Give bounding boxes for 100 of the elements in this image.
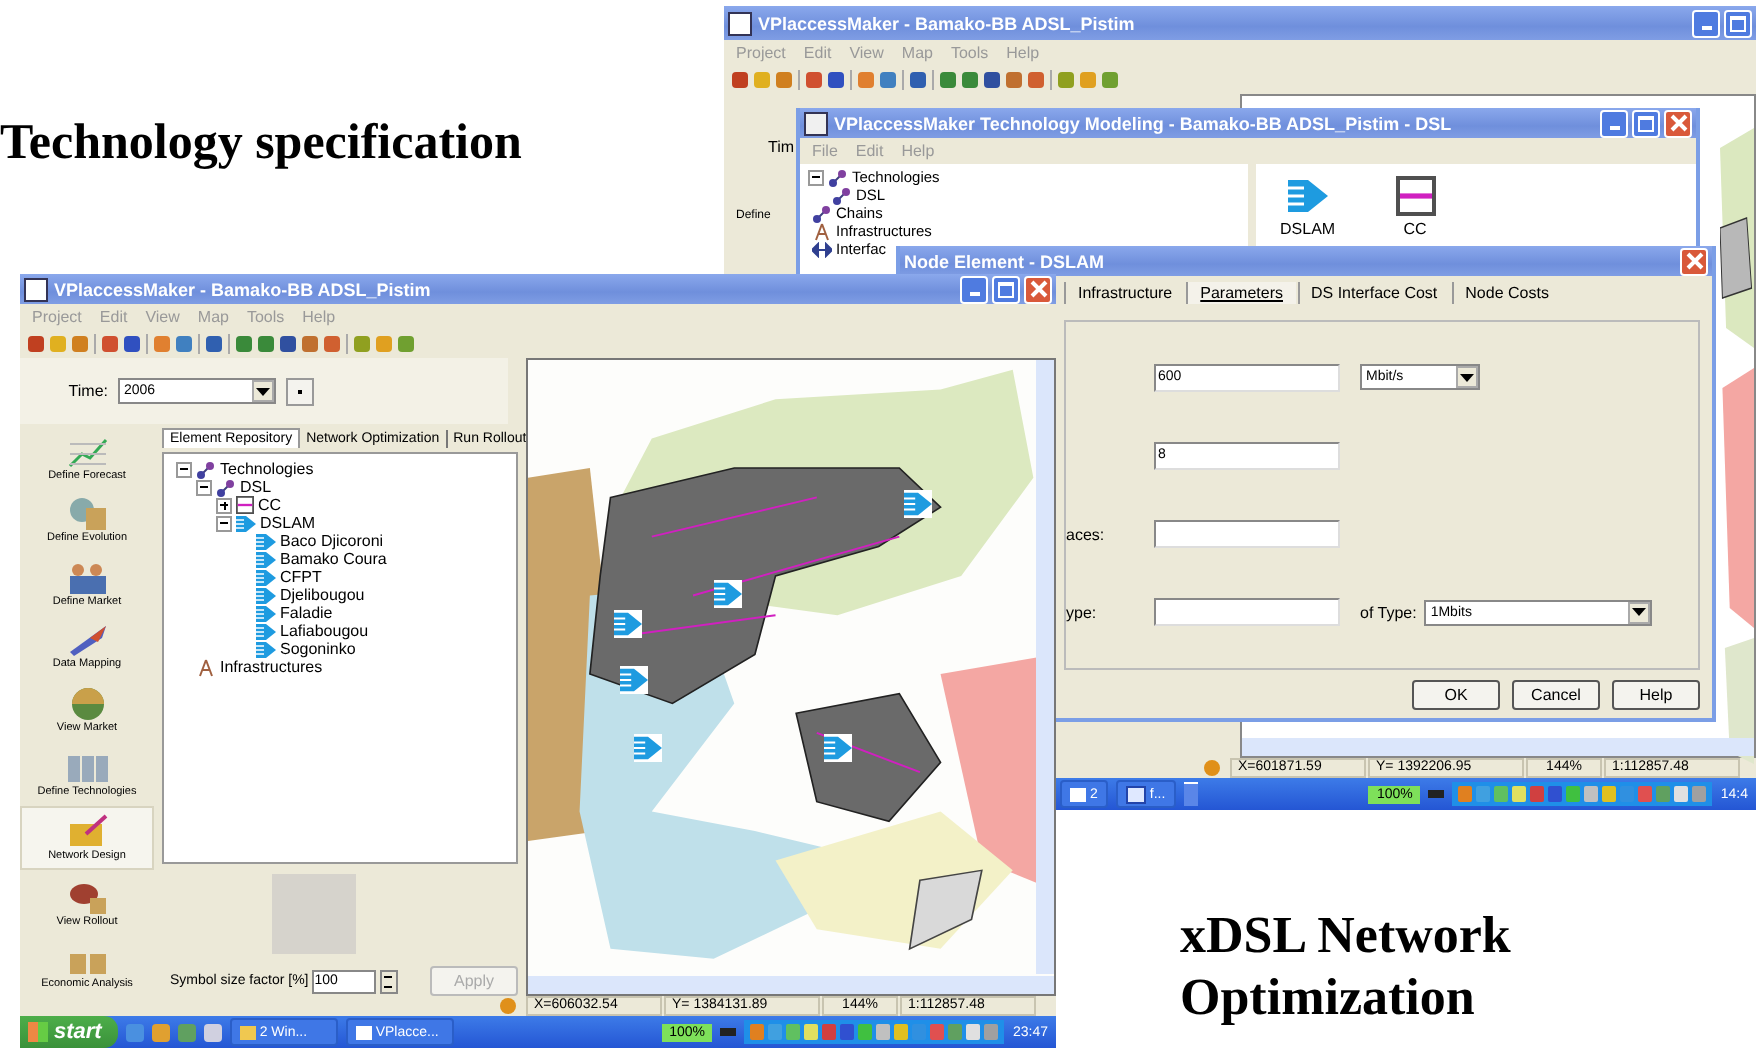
expand-icon[interactable] [216, 497, 232, 513]
close-button[interactable] [1664, 109, 1692, 137]
window-title: VPlaccessMaker - Bamako-BB ADSL_Pistim [758, 13, 1135, 33]
arrow-icon[interactable] [822, 734, 854, 762]
scrollbar[interactable] [1036, 360, 1054, 974]
tree-item[interactable]: Djelibougou [280, 586, 365, 604]
arrow-icon [256, 621, 276, 641]
slide-heading: xDSL Network Optimization [1180, 904, 1513, 1028]
windows-flag-icon [28, 1022, 48, 1042]
disc-icon [65, 879, 109, 916]
network-icon [828, 167, 848, 187]
arrow-icon[interactable] [632, 734, 664, 762]
collapse-icon[interactable] [176, 461, 192, 477]
time-label: Time: [66, 382, 108, 400]
scrollbar[interactable] [528, 976, 1054, 994]
input-field[interactable] [1154, 598, 1340, 627]
arrow-icon [256, 603, 276, 623]
dialog-button[interactable]: Cancel [1512, 680, 1600, 710]
field-label: of Type: [1360, 603, 1417, 622]
arrow-icon [236, 513, 256, 533]
caret-icon [1460, 373, 1474, 382]
caret-icon [256, 387, 270, 395]
minimize-button[interactable] [1692, 9, 1720, 37]
tree-item[interactable]: DSLAM [260, 514, 316, 532]
arrow-icon[interactable] [618, 666, 650, 694]
app-icon [804, 111, 828, 135]
warning-icon [1204, 760, 1220, 776]
tree-item[interactable]: CC [258, 496, 282, 514]
tree-item[interactable]: Infrastructures [220, 658, 323, 676]
network-icon [812, 203, 832, 223]
box-icon [1395, 176, 1436, 216]
people-icon [65, 559, 109, 596]
maximize-button[interactable] [992, 275, 1020, 303]
warning-icon [500, 998, 516, 1014]
field-label: aces: [1066, 525, 1105, 544]
document-icon [1125, 785, 1146, 803]
tower-icon [812, 221, 832, 241]
tree-item[interactable]: Bamako Coura [280, 550, 387, 568]
arrow-icon [256, 585, 276, 605]
input-field[interactable] [1154, 520, 1340, 549]
dialog-button[interactable]: Help [1612, 680, 1700, 710]
element-label[interactable]: CC [1403, 220, 1427, 238]
arrow-icon[interactable] [902, 490, 934, 518]
window-title: VPlaccessMaker - Bamako-BB ADSL_Pistim [54, 279, 431, 299]
plug-icon [1428, 790, 1445, 798]
tab[interactable]: Infrastructure [1064, 281, 1185, 303]
collapse-icon[interactable] [196, 479, 212, 495]
network-icon [832, 185, 852, 205]
chart-icon [65, 433, 109, 470]
tree-item[interactable]: CFPT [280, 568, 322, 586]
minimize-button[interactable] [1600, 109, 1628, 137]
folder-icon [239, 1025, 256, 1039]
brush-icon [65, 622, 109, 659]
arrow-icon[interactable] [612, 610, 644, 638]
dialog-button[interactable]: OK [1412, 680, 1500, 710]
minimize-button[interactable] [960, 275, 988, 303]
spinner-arrows-icon[interactable] [379, 969, 398, 993]
arrow-icon [256, 549, 276, 569]
app-icon [24, 277, 48, 301]
collapse-icon[interactable] [216, 515, 232, 531]
arrow-icon[interactable] [712, 580, 744, 608]
up-down-icon[interactable] [1183, 782, 1198, 806]
tab[interactable]: Node Costs [1451, 281, 1561, 303]
app-icon [1070, 787, 1086, 801]
caret-icon [1632, 608, 1647, 617]
slide-heading: Technology specification [0, 116, 522, 172]
box-icon [236, 496, 254, 514]
network-icon [216, 477, 236, 497]
double-arrow-icon [812, 241, 832, 257]
collapse-icon[interactable] [808, 169, 824, 185]
arrow-icon [256, 567, 276, 587]
tab[interactable]: DS Interface Cost [1297, 281, 1450, 303]
tree-item[interactable]: Sogoninko [280, 640, 356, 658]
pencil-icon [65, 814, 109, 851]
close-button[interactable] [1680, 247, 1708, 275]
tree-item[interactable]: Lafiabougou [280, 622, 369, 640]
field-label: ype: [1066, 603, 1097, 622]
plug-icon [720, 1028, 737, 1036]
time-step-button[interactable] [286, 377, 314, 405]
element-label[interactable]: DSLAM [1280, 220, 1336, 238]
clock-icon [65, 496, 109, 533]
scrollbar[interactable] [1242, 738, 1754, 756]
app-icon [355, 1025, 372, 1039]
tree-item[interactable]: Baco Djicoroni [280, 532, 384, 550]
tree-item[interactable]: DSL [240, 478, 272, 496]
window-title: VPlaccessMaker Technology Modeling - Bamako-BB ADSL_Pistim - DSL [834, 113, 1452, 133]
arrow-icon [256, 639, 276, 659]
tree-item[interactable]: Technologies [220, 460, 314, 478]
arrow-icon [1287, 176, 1328, 216]
arrow-icon [256, 531, 276, 551]
close-button[interactable] [1024, 275, 1052, 303]
maximize-button[interactable] [1724, 9, 1752, 37]
window-title: Node Element - DSLAM [904, 251, 1105, 271]
tree-item[interactable]: Faladie [280, 604, 333, 622]
tower-icon [196, 657, 216, 677]
app-icon [728, 11, 752, 35]
time-label: Tim [768, 138, 795, 156]
tab[interactable]: Parameters [1186, 281, 1295, 303]
maximize-button[interactable] [1632, 109, 1660, 137]
network-icon [196, 459, 216, 479]
